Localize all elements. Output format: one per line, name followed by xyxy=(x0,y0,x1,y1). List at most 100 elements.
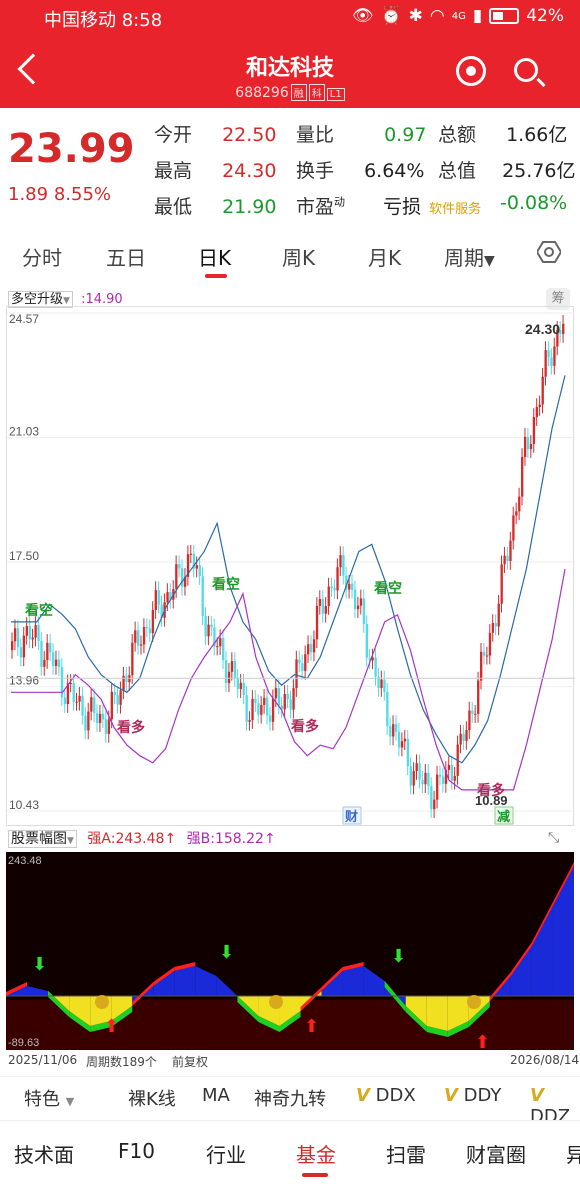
quote-panel: 23.99 1.89 8.55% 今开 22.50 最高 24.30 最低 21… xyxy=(0,112,580,222)
toolbar-ddx[interactable]: V DDX xyxy=(356,1085,416,1106)
turnover-value: 6.64% xyxy=(364,160,425,182)
sector-label[interactable]: 软件服务 xyxy=(429,202,481,217)
candle-body xyxy=(28,625,31,640)
change-value: 1.89 xyxy=(8,184,49,205)
candle-body xyxy=(438,774,442,777)
caret-down-icon: ▼ xyxy=(67,836,74,846)
candle-body xyxy=(500,564,503,604)
mktcap-row: 总值 25.76亿 xyxy=(438,156,575,183)
candle-body xyxy=(75,701,78,703)
sub-indicator-chart[interactable]: 243.48 -89.63 ⬇ ⬇ ⬇ ⬆ ⬆ ⬆ xyxy=(6,852,574,1053)
amount-label: 总额 xyxy=(438,124,477,146)
adjust-mode[interactable]: 前复权 xyxy=(172,1053,208,1070)
candle-body xyxy=(52,652,55,666)
candle-body xyxy=(433,799,436,810)
candle-body xyxy=(529,443,533,450)
candle-body xyxy=(198,565,201,577)
event-reduction: 减 xyxy=(497,809,510,824)
candle-body xyxy=(459,733,462,745)
candle-body xyxy=(87,711,90,731)
toolbar-magic-nine[interactable]: 神奇九转 xyxy=(254,1085,326,1111)
assistant-icon[interactable] xyxy=(456,56,486,86)
candle-body xyxy=(351,583,354,590)
sub-indicator-selector[interactable]: 股票幅图▼ xyxy=(8,830,77,848)
tab-weekly-k[interactable]: 周K xyxy=(282,242,315,271)
candle-body xyxy=(90,697,93,712)
candle-body xyxy=(374,657,377,677)
candle-body xyxy=(336,567,339,591)
candle-body xyxy=(479,651,483,681)
candlestick-chart[interactable]: 24.57 21.03 17.50 13.96 10.43 看空 看空 看空 看多 看多 看多 24.… xyxy=(6,306,575,826)
candle-body xyxy=(43,659,46,667)
candle-body xyxy=(523,436,527,457)
candle-body xyxy=(236,677,240,690)
signal-icon: ▮ xyxy=(472,6,483,26)
candle-body xyxy=(497,603,500,627)
candle-body xyxy=(242,682,245,696)
candle-body xyxy=(424,772,427,785)
candle-body xyxy=(19,647,23,658)
tab-monthly-k[interactable]: 月K xyxy=(368,242,401,271)
tab-period[interactable]: 周期▼ xyxy=(444,242,495,271)
tab-five-day[interactable]: 五日 xyxy=(106,242,146,271)
candle-body xyxy=(139,644,143,646)
mktcap-value: 25.76亿 xyxy=(502,160,576,182)
search-icon[interactable] xyxy=(514,58,538,82)
strong-a-value: 243.48 xyxy=(115,831,165,847)
tab-intraday[interactable]: 分时 xyxy=(22,242,62,271)
candle-body xyxy=(49,642,52,653)
candle-body xyxy=(233,661,237,678)
candle-body xyxy=(304,654,307,671)
loss-label: 亏损 xyxy=(383,196,422,218)
candle-body xyxy=(380,679,383,688)
start-date: 2025/11/06 xyxy=(8,1053,78,1067)
candle-body xyxy=(69,683,72,685)
eye-icon: 👁 xyxy=(351,6,374,26)
candle-body xyxy=(465,730,468,741)
toolbar-feature[interactable]: 特色 ▼ xyxy=(24,1085,74,1111)
nav-technical[interactable]: 技术面 xyxy=(14,1139,74,1168)
candle-body xyxy=(359,598,363,606)
candle-body xyxy=(22,635,26,658)
expand-icon[interactable]: ⤡ xyxy=(548,830,559,846)
nav-risk-scan[interactable]: 扫雷 xyxy=(386,1139,426,1168)
tab-daily-k[interactable]: 日K xyxy=(198,242,231,271)
battery-level: 42% xyxy=(526,6,564,26)
candle-body xyxy=(93,697,96,714)
nav-f10[interactable]: F10 xyxy=(118,1139,155,1163)
toolbar-ddy-label: DDY xyxy=(463,1085,502,1106)
candle-body xyxy=(403,738,407,742)
bottom-navigation: 技术面 F10 行业 基金 扫雷 财富圈 异 xyxy=(0,1120,580,1184)
candle-body xyxy=(362,598,366,625)
sub-indicator-name: 股票幅图 xyxy=(11,831,67,847)
nav-fund[interactable]: 基金 xyxy=(296,1139,336,1168)
toolbar-ma[interactable]: MA xyxy=(202,1085,230,1106)
candle-body xyxy=(263,697,266,705)
candle-body xyxy=(535,407,539,418)
candle-body xyxy=(254,698,257,704)
settings-hex-icon[interactable] xyxy=(537,240,561,264)
nav-industry[interactable]: 行业 xyxy=(206,1139,246,1168)
candle-body xyxy=(216,646,219,648)
toolbar-bare-k[interactable]: 裸K线 xyxy=(128,1085,176,1111)
candle-body xyxy=(485,655,489,657)
candle-body xyxy=(31,637,34,640)
candle-body xyxy=(175,564,178,590)
candle-body xyxy=(503,555,506,565)
candle-body xyxy=(16,628,20,648)
event-earnings: 财 xyxy=(345,809,358,824)
high-row: 最高 24.30 xyxy=(154,156,276,183)
candle-body xyxy=(421,779,424,785)
nav-wealth-circle[interactable]: 财富圈 xyxy=(466,1139,526,1168)
nav-more[interactable]: 异 xyxy=(566,1139,580,1168)
vol-ratio-label: 量比 xyxy=(296,124,335,146)
candle-body xyxy=(562,323,565,334)
coin-icon xyxy=(95,995,109,1009)
toolbar-ddy[interactable]: V DDY xyxy=(444,1085,501,1106)
candle-body xyxy=(201,576,204,617)
candle-body xyxy=(239,682,242,690)
candle-body xyxy=(145,627,149,629)
indicator-header: 多空升级▼ :14.90 xyxy=(8,288,123,308)
stock-name: 和达科技 xyxy=(245,56,334,81)
open-row: 今开 22.50 xyxy=(154,120,276,147)
